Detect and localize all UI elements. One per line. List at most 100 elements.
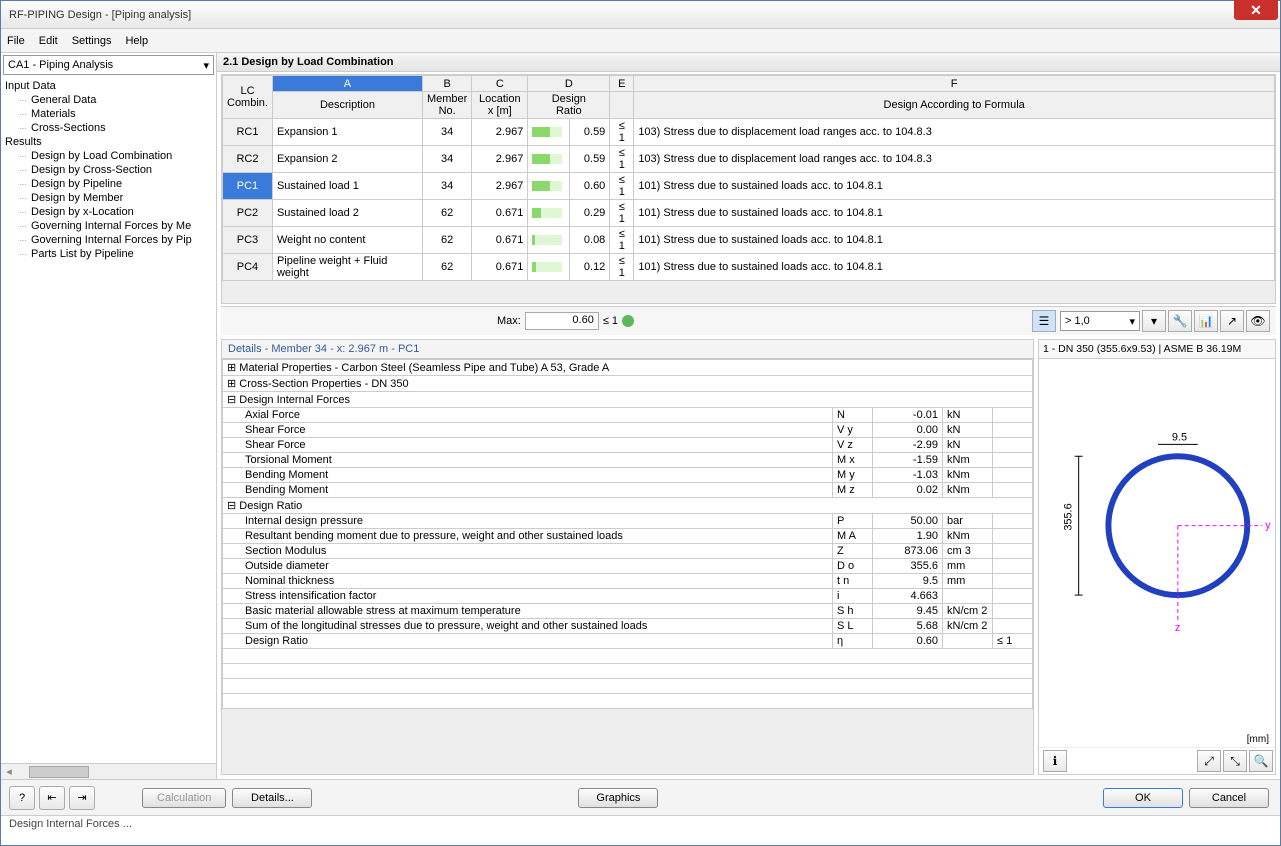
hdr-formula: Design According to Formula	[634, 92, 1275, 119]
tool-2-icon[interactable]: 📊	[1194, 310, 1218, 332]
details-button[interactable]: Details...	[232, 788, 312, 808]
filter-icon[interactable]: ▾	[1142, 310, 1166, 332]
eye-icon[interactable]: 👁	[1246, 310, 1270, 332]
menu-edit[interactable]: Edit	[39, 35, 58, 47]
detail-row[interactable]: Outside diameterD o355.6mm	[223, 559, 1033, 574]
detail-row[interactable]: Shear ForceV y0.00kN	[223, 423, 1033, 438]
svg-text:y: y	[1265, 520, 1271, 532]
detail-row[interactable]: Bending MomentM y-1.03kNm	[223, 468, 1033, 483]
detail-row[interactable]: Nominal thicknesst n9.5mm	[223, 574, 1033, 589]
detail-row[interactable]: Shear ForceV z-2.99kN	[223, 438, 1033, 453]
tree-parts-list[interactable]: Parts List by Pipeline	[1, 247, 216, 261]
tree-design-cs[interactable]: Design by Cross-Section	[1, 163, 216, 177]
table-row[interactable]: PC2Sustained load 2620.6710.29≤ 1101) St…	[223, 200, 1275, 227]
prev-icon[interactable]: ⇤	[39, 786, 65, 810]
hdr-design-ratio: Design Ratio	[528, 92, 610, 119]
calculation-button[interactable]: Calculation	[142, 788, 226, 808]
axis-y-icon[interactable]: ⤢	[1197, 750, 1221, 772]
title-bar: RF-PIPING Design - [Piping analysis] ✕	[1, 1, 1280, 29]
detail-row[interactable]: Material Properties - Carbon Steel (Seam…	[223, 360, 1033, 376]
detail-row[interactable]	[223, 679, 1033, 694]
close-button[interactable]: ✕	[1234, 0, 1278, 20]
table-row[interactable]: PC3Weight no content620.6710.08≤ 1101) S…	[223, 227, 1275, 254]
detail-row[interactable]: Design Internal Forces	[223, 392, 1033, 408]
tree-design-member[interactable]: Design by Member	[1, 191, 216, 205]
table-row[interactable]: PC1Sustained load 1342.9670.60≤ 1101) St…	[223, 173, 1275, 200]
navigation-panel: CA1 - Piping Analysis ▾ Input Data Gener…	[1, 53, 217, 779]
zoom-icon[interactable]: 🔍	[1249, 750, 1273, 772]
col-lc: LC Combin.	[223, 76, 273, 119]
section-title: 2.1 Design by Load Combination	[217, 53, 1280, 72]
detail-row[interactable]: Basic material allowable stress at maxim…	[223, 604, 1033, 619]
info-icon[interactable]: ℹ	[1043, 750, 1067, 772]
tree-gif-pipeline[interactable]: Governing Internal Forces by Pip	[1, 233, 216, 247]
detail-row[interactable]: Resultant bending moment due to pressure…	[223, 529, 1033, 544]
tree-design-xloc[interactable]: Design by x-Location	[1, 205, 216, 219]
cancel-button[interactable]: Cancel	[1189, 788, 1269, 808]
tree-input-data[interactable]: Input Data	[1, 79, 216, 93]
tree-materials[interactable]: Materials	[1, 107, 216, 121]
case-selector-value: CA1 - Piping Analysis	[8, 59, 113, 71]
tree-design-lc[interactable]: Design by Load Combination	[1, 149, 216, 163]
detail-row[interactable]: Stress intensification factori4.663	[223, 589, 1033, 604]
chevron-down-icon: ▾	[203, 59, 209, 72]
detail-row[interactable]: Section ModulusZ873.06cm 3	[223, 544, 1033, 559]
tree-cross-sections[interactable]: Cross-Sections	[1, 121, 216, 135]
detail-row[interactable]	[223, 664, 1033, 679]
svg-text:z: z	[1175, 622, 1180, 634]
tree-design-pipeline[interactable]: Design by Pipeline	[1, 177, 216, 191]
chevron-down-icon: ▾	[1129, 315, 1135, 328]
detail-row[interactable]: Cross-Section Properties - DN 350	[223, 376, 1033, 392]
col-c[interactable]: C	[472, 76, 528, 92]
tool-1-icon[interactable]: 🔧	[1168, 310, 1192, 332]
detail-row[interactable]: Sum of the longitudinal stresses due to …	[223, 619, 1033, 634]
detail-row[interactable]	[223, 694, 1033, 709]
status-bar: Design Internal Forces ...	[1, 815, 1280, 835]
results-grid[interactable]: LC Combin. A B C D E F Description Membe…	[221, 74, 1276, 304]
axis-z-icon[interactable]: ⤡	[1223, 750, 1247, 772]
table-row[interactable]: PC4Pipeline weight + Fluid weight620.671…	[223, 254, 1275, 281]
detail-row[interactable]: Design Ratioη0.60≤ 1	[223, 634, 1033, 649]
hdr-member-no: Member No.	[422, 92, 471, 119]
view-mode-icon[interactable]: ☰	[1032, 310, 1056, 332]
ok-button[interactable]: OK	[1103, 788, 1183, 808]
col-e[interactable]: E	[610, 76, 634, 92]
detail-row[interactable]: Axial ForceN-0.01kN	[223, 408, 1033, 423]
tree-scrollbar[interactable]: ◂	[1, 763, 216, 779]
help-icon[interactable]: ?	[9, 786, 35, 810]
tree-general-data[interactable]: General Data	[1, 93, 216, 107]
window-title: RF-PIPING Design - [Piping analysis]	[5, 9, 1276, 21]
menu-settings[interactable]: Settings	[72, 35, 112, 47]
filter-combo[interactable]: > 1,0▾	[1060, 311, 1140, 331]
table-row[interactable]: RC1Expansion 1342.9670.59≤ 1103) Stress …	[223, 119, 1275, 146]
svg-text:355.6: 355.6	[1063, 503, 1075, 530]
col-f[interactable]: F	[634, 76, 1275, 92]
cross-section-preview: y z 355.6 9.5	[1039, 359, 1275, 732]
menu-file[interactable]: File	[7, 35, 25, 47]
detail-row[interactable]	[223, 649, 1033, 664]
detail-row[interactable]: Design Ratio	[223, 498, 1033, 514]
tree-results[interactable]: Results	[1, 135, 216, 149]
ok-icon	[622, 315, 634, 327]
detail-row[interactable]: Bending MomentM z0.02kNm	[223, 483, 1033, 498]
next-icon[interactable]: ⇥	[69, 786, 95, 810]
details-panel: Details - Member 34 - x: 2.967 m - PC1 M…	[221, 339, 1034, 775]
col-b[interactable]: B	[422, 76, 471, 92]
case-selector[interactable]: CA1 - Piping Analysis ▾	[3, 55, 214, 75]
detail-row[interactable]: Torsional MomentM x-1.59kNm	[223, 453, 1033, 468]
menu-help[interactable]: Help	[125, 35, 148, 47]
menu-bar: File Edit Settings Help	[1, 29, 1280, 53]
tool-3-icon[interactable]: ↗	[1220, 310, 1244, 332]
graphics-button[interactable]: Graphics	[578, 788, 658, 808]
hdr-description: Description	[272, 92, 422, 119]
preview-panel: 1 - DN 350 (355.6x9.53) | ASME B 36.19M …	[1038, 339, 1276, 775]
preview-title: 1 - DN 350 (355.6x9.53) | ASME B 36.19M	[1039, 340, 1275, 359]
col-a[interactable]: A	[272, 76, 422, 92]
max-label: Max:	[497, 315, 521, 327]
detail-row[interactable]: Internal design pressureP50.00bar	[223, 514, 1033, 529]
nav-tree: Input Data General Data Materials Cross-…	[1, 77, 216, 763]
col-d[interactable]: D	[528, 76, 610, 92]
max-le: ≤ 1	[603, 315, 618, 327]
table-row[interactable]: RC2Expansion 2342.9670.59≤ 1103) Stress …	[223, 146, 1275, 173]
tree-gif-member[interactable]: Governing Internal Forces by Me	[1, 219, 216, 233]
